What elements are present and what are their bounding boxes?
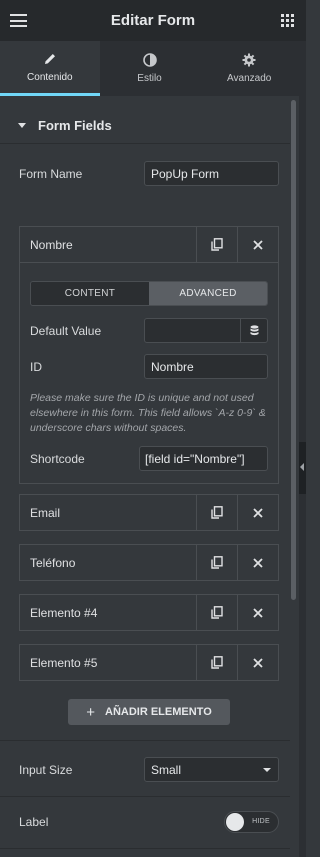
panel-tabs: Contenido Estilo Avanzado — [0, 41, 299, 96]
shortcode-label: Shortcode — [30, 452, 85, 466]
caret-down-icon — [18, 123, 26, 128]
content-advanced-switcher: CONTENT ADVANCED — [30, 281, 268, 306]
id-input[interactable]: Nombre — [144, 354, 268, 379]
close-icon — [253, 607, 263, 618]
form-name-label: Form Name — [19, 167, 83, 181]
remove-button[interactable] — [237, 227, 278, 262]
tab-content[interactable]: CONTENT — [31, 282, 149, 305]
contrast-icon — [142, 53, 157, 67]
duplicate-button[interactable] — [196, 645, 237, 680]
form-name-input[interactable]: PopUp Form — [144, 161, 279, 186]
repeater-item-title: Email — [30, 505, 61, 520]
tab-advanced[interactable]: ADVANCED — [149, 282, 267, 305]
divider — [0, 848, 290, 849]
close-icon — [253, 657, 263, 668]
duplicate-button[interactable] — [196, 227, 237, 262]
remove-button[interactable] — [237, 495, 278, 530]
dynamic-tags-button[interactable] — [240, 318, 268, 343]
duplicate-button[interactable] — [196, 595, 237, 630]
panel-title: Editar Form — [110, 12, 196, 29]
close-icon — [253, 239, 263, 250]
plus-icon: + — [86, 703, 95, 721]
remove-button[interactable] — [237, 595, 278, 630]
repeater-item-email[interactable]: Email — [19, 494, 279, 531]
id-label: ID — [30, 360, 42, 374]
remove-button[interactable] — [237, 645, 278, 680]
editor-header: Editar Form — [0, 0, 306, 41]
widgets-grid-icon[interactable] — [281, 14, 294, 27]
shortcode-input[interactable]: [field id="Nombre"] — [139, 446, 268, 471]
copy-icon — [211, 606, 223, 619]
input-size-select[interactable]: Small — [144, 757, 279, 782]
label-toggle-label: Label — [19, 815, 49, 829]
divider — [0, 740, 290, 741]
close-icon — [253, 507, 263, 518]
repeater-item-title: Elemento #5 — [30, 655, 98, 670]
copy-icon — [211, 506, 223, 519]
scrollbar-thumb[interactable] — [291, 100, 296, 600]
toggle-state-text: HIDE — [252, 818, 270, 825]
repeater-item-elemento-4[interactable]: Elemento #4 — [19, 594, 279, 631]
collapse-panel-handle[interactable] — [299, 442, 306, 494]
id-help-text: Please make sure the ID is unique and no… — [30, 392, 266, 434]
repeater-item-title: Teléfono — [30, 555, 76, 570]
pencil-icon — [44, 53, 55, 64]
default-value-input[interactable] — [144, 318, 241, 343]
toggle-knob — [226, 813, 244, 831]
label-toggle[interactable]: HIDE — [224, 811, 279, 833]
remove-button[interactable] — [237, 545, 278, 580]
tab-estilo[interactable]: Estilo — [100, 41, 200, 96]
chevron-down-icon — [263, 768, 271, 772]
repeater-item-elemento-5[interactable]: Elemento #5 — [19, 644, 279, 681]
copy-icon — [211, 238, 223, 251]
close-icon — [253, 557, 263, 568]
repeater-item-telefono[interactable]: Teléfono — [19, 544, 279, 581]
add-item-label: AÑADIR ELEMENTO — [105, 706, 212, 718]
repeater-item-title: Elemento #4 — [30, 605, 98, 620]
copy-icon — [211, 656, 223, 669]
input-size-value: Small — [151, 762, 182, 777]
repeater-item-nombre[interactable]: Nombre — [19, 226, 279, 263]
repeater-item-title: Nombre — [30, 237, 73, 252]
tab-avanzado[interactable]: Avanzado — [199, 41, 299, 96]
duplicate-button[interactable] — [196, 495, 237, 530]
input-size-label: Input Size — [19, 763, 73, 777]
section-form-fields[interactable]: Form Fields — [0, 108, 290, 144]
gear-icon — [242, 53, 256, 67]
default-value-label: Default Value — [30, 324, 102, 338]
section-title: Form Fields — [38, 118, 112, 133]
hamburger-menu-icon[interactable] — [10, 14, 27, 27]
duplicate-button[interactable] — [196, 545, 237, 580]
tab-contenido[interactable]: Contenido — [0, 41, 100, 96]
copy-icon — [211, 556, 223, 569]
divider — [0, 796, 290, 797]
add-item-button[interactable]: + AÑADIR ELEMENTO — [68, 699, 230, 725]
database-icon — [250, 325, 258, 336]
